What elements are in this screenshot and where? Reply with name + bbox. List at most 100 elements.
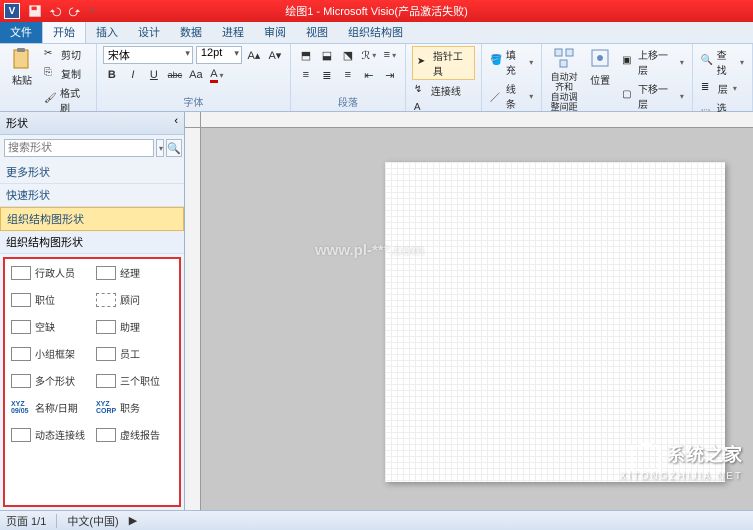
layers-icon: ≣ [701,82,715,96]
scissors-icon: ✂ [44,48,58,62]
pointer-tool-button[interactable]: ➤指针工具 [412,46,475,80]
italic-button[interactable]: I [124,66,142,84]
shape-master[interactable]: 空缺 [11,319,88,334]
layers-button[interactable]: ≣层 [699,80,739,97]
language-indicator[interactable]: 中文(中国) [67,513,118,529]
search-icon: 🔍 [167,142,181,155]
stencil-header[interactable]: 组织结构图形状 [0,231,184,254]
cat-more[interactable]: 更多形状 [0,161,184,184]
shape-label: 经理 [120,265,140,280]
group-paragraph: ⬒ ⬓ ⬔ ℛ ≡ ≡ ≣ ≡ ⇤ ⇥ 段落 [291,44,406,111]
bold-button[interactable]: B [103,66,121,84]
tab-file[interactable]: 文件 [0,21,42,43]
grow-font-button[interactable]: A▴ [245,46,263,64]
strike-button[interactable]: abc [166,66,184,84]
underline-button[interactable]: U [145,66,163,84]
copy-button[interactable]: ⎘复制 [42,65,90,82]
shape-master[interactable]: XYZ 09/05名称/日期 [11,400,88,415]
align-middle-button[interactable]: ⬓ [318,46,336,64]
shape-thumb-icon [96,428,116,442]
shrink-font-button[interactable]: A▾ [266,46,284,64]
group-arrange: 自动对齐和自动调整间距 位置 ▣上移一层 ▢下移一层 ⧉组合 排列 [542,44,693,111]
shape-master[interactable]: 多个形状 [11,373,88,388]
align-left-button[interactable]: ≡ [297,66,315,84]
line-icon: ／ [490,89,503,103]
increase-indent-button[interactable]: ⇥ [381,66,399,84]
shape-master[interactable]: 动态连接线 [11,427,88,442]
shape-thumb-icon: XYZ 09/05 [11,401,31,415]
text-direction-button[interactable]: ℛ [360,46,378,64]
shape-master[interactable]: 小组框架 [11,346,88,361]
tab-insert[interactable]: 插入 [86,21,128,43]
drawing-page[interactable] [385,162,725,482]
shape-master[interactable]: 虚线报告 [96,427,173,442]
shape-master[interactable]: 经理 [96,265,173,280]
cat-quick[interactable]: 快速形状 [0,184,184,207]
site-logo: 系统之家 XITONGZHIJIA.NET [620,441,744,482]
undo-icon[interactable] [48,4,62,18]
brush-icon: 🖌 [44,93,57,107]
macro-icon[interactable]: ▶ [129,514,137,527]
font-size-combo[interactable]: 12pt [196,46,242,64]
shape-master[interactable]: 职位 [11,292,88,307]
align-center-button[interactable]: ≣ [318,66,336,84]
font-name-combo[interactable]: 宋体 [103,46,193,64]
tab-process[interactable]: 进程 [212,21,254,43]
bring-forward-button[interactable]: ▣上移一层 [620,46,686,78]
tab-view[interactable]: 视图 [296,21,338,43]
ribbon: 粘贴 ✂剪切 ⎘复制 🖌格式刷 剪贴板 宋体 12pt A▴ A▾ B I U … [0,44,753,112]
shape-label: 空缺 [35,319,55,334]
decrease-indent-button[interactable]: ⇤ [360,66,378,84]
connector-icon: ↯ [414,84,428,98]
connector-tool-button[interactable]: ↯连接线 [412,82,463,99]
group-label-paragraph: 段落 [297,94,399,109]
search-button[interactable]: 🔍 [166,139,182,157]
send-backward-button[interactable]: ▢下移一层 [620,80,686,112]
shape-master[interactable]: 顾问 [96,292,173,307]
font-color-button[interactable]: A [208,66,226,84]
page-indicator[interactable]: 页面 1/1 [6,513,46,529]
shape-master[interactable]: 员工 [96,346,173,361]
shape-thumb-icon [11,374,31,388]
back-icon: ▢ [622,89,635,103]
app-icon: V [4,3,20,19]
shape-master[interactable]: 行政人员 [11,265,88,280]
horizontal-ruler [201,112,753,128]
align-top-button[interactable]: ⬒ [297,46,315,64]
fill-button[interactable]: 🪣填充 [488,46,535,78]
shape-thumb-icon [96,374,116,388]
canvas-area[interactable]: www.pl-***.com 系统之家 XITONGZHIJIA.NET [185,112,753,510]
group-editing: 🔍查找 ≣层 ⬚选择 编辑 [693,44,753,111]
bullets-button[interactable]: ≡ [381,46,399,64]
shape-label: 多个形状 [35,373,75,388]
qat-more-icon[interactable] [88,4,102,18]
position-button[interactable]: 位置 [584,46,616,87]
tab-review[interactable]: 审阅 [254,21,296,43]
shape-master[interactable]: XYZ CORP职务 [96,400,173,415]
paste-button[interactable]: 粘贴 [6,46,38,87]
tab-design[interactable]: 设计 [128,21,170,43]
tab-data[interactable]: 数据 [170,21,212,43]
tab-orgchart[interactable]: 组织结构图 [338,21,413,43]
align-right-button[interactable]: ≡ [339,66,357,84]
search-dropdown[interactable] [156,139,164,157]
shape-label: 顾问 [120,292,140,307]
shape-master[interactable]: 三个职位 [96,373,173,388]
tab-home[interactable]: 开始 [42,20,86,43]
shape-label: 三个职位 [120,373,160,388]
group-shape: 🪣填充 ／线条 □ 形状 [482,44,542,111]
font-case-button[interactable]: Aa [187,66,205,84]
save-icon[interactable] [28,4,42,18]
find-button[interactable]: 🔍查找 [699,46,746,78]
align-bottom-button[interactable]: ⬔ [339,46,357,64]
shape-master[interactable]: 助理 [96,319,173,334]
line-button[interactable]: ／线条 [488,80,535,112]
cat-org[interactable]: 组织结构图形状 [0,207,184,231]
search-input[interactable] [4,139,154,157]
redo-icon[interactable] [68,4,82,18]
copy-icon: ⎘ [44,67,58,81]
auto-align-button[interactable]: 自动对齐和自动调整间距 [548,46,580,112]
chevron-left-icon[interactable]: ‹ [174,115,178,131]
cut-button[interactable]: ✂剪切 [42,46,90,63]
shapes-pane: 形状 ‹ 🔍 更多形状 快速形状 组织结构图形状 组织结构图形状 行政人员经理职… [0,112,185,510]
